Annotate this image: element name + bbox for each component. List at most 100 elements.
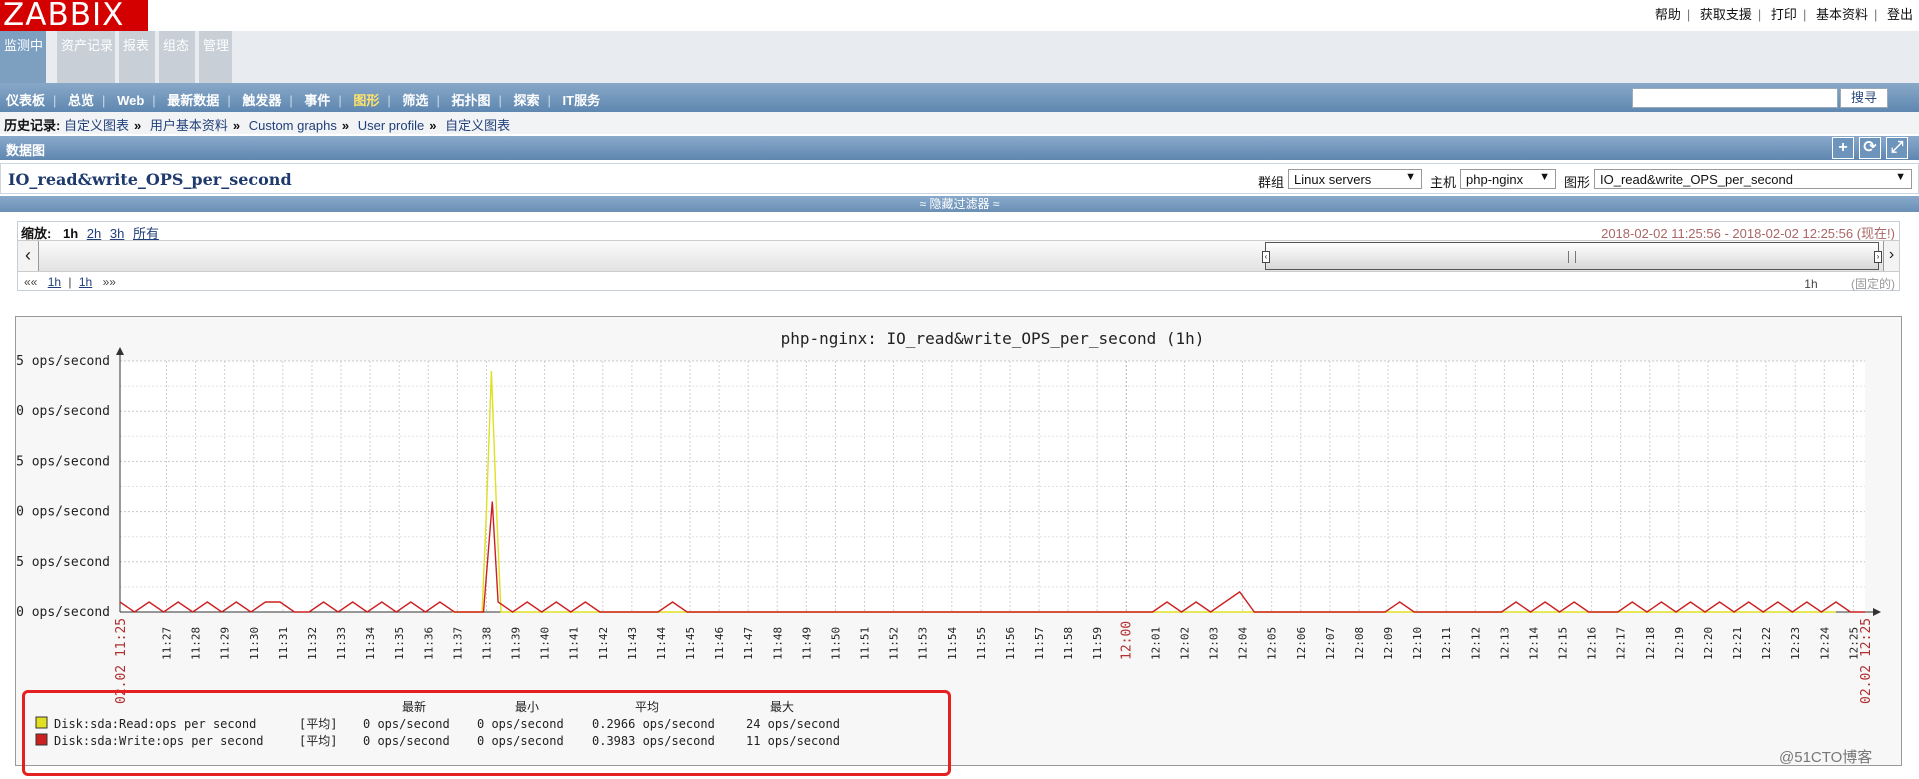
nav-discovery[interactable]: 探索 (513, 93, 539, 108)
x-tick-label: 11:30 (248, 627, 261, 660)
period-navigation: «« 1h | 1h »» (24, 275, 116, 289)
time-scroller: 缩放: 1h 2h 3h 所有 2018-02-02 11:25:56 - 20… (17, 221, 1900, 291)
x-tick-label: 12:23 (1789, 627, 1802, 660)
x-tick-label: 11:47 (742, 627, 755, 660)
x-tick-label: 11:45 (684, 627, 697, 660)
search-input[interactable] (1632, 88, 1838, 108)
x-tick-label: 11:52 (888, 627, 901, 660)
x-tick-label: 12:14 (1527, 627, 1540, 660)
x-tick-label: 12:13 (1498, 627, 1511, 660)
graph-select[interactable]: IO_read&write_OPS_per_second ▼ (1594, 169, 1912, 189)
x-tick-label: 11:49 (800, 627, 813, 660)
x-tick-label: 11:36 (422, 627, 435, 660)
history-item[interactable]: User profile (358, 118, 424, 133)
y-tick-label: 15 ops/second (16, 454, 110, 469)
x-tick-label: 11:42 (597, 627, 610, 660)
x-tick-label: 12:09 (1382, 627, 1395, 660)
nav-triggers[interactable]: 触发器 (242, 93, 281, 108)
chevron-left-icon[interactable]: ‹ (18, 241, 39, 271)
x-tick-label: 11:32 (306, 627, 319, 660)
fixed-toggle[interactable]: (固定的) (1851, 277, 1895, 291)
chevron-down-icon: ▼ (1405, 171, 1416, 183)
x-tick-label: 11:56 (1004, 627, 1017, 660)
move-back-button[interactable]: «« (24, 275, 37, 289)
x-tick-label: 11:37 (451, 627, 464, 660)
profile-link[interactable]: 基本资料 (1816, 7, 1868, 22)
zoom-option-selected[interactable]: 1h (63, 226, 78, 241)
menu-tab-administration[interactable]: 管理 (199, 31, 232, 83)
menu-tab-inventory[interactable]: 资产记录 (57, 31, 115, 83)
x-tick-label: 12:08 (1353, 627, 1366, 660)
fullscreen-icon[interactable]: ⤢ (1886, 137, 1908, 159)
graph-header: IO_read&write_OPS_per_second 群组 Linux se… (0, 163, 1919, 194)
step-forward-link[interactable]: 1h (79, 275, 92, 289)
x-tick-label: 12:15 (1557, 627, 1570, 660)
search-button[interactable]: 搜寻 (1840, 88, 1888, 108)
hide-filter-toggle[interactable]: ≈ 隐藏过滤器 ≈ (0, 196, 1919, 212)
slider-left-handle[interactable]: ‹ (1262, 251, 1270, 263)
nav-events[interactable]: 事件 (304, 93, 330, 108)
zabbix-logo[interactable]: ZABBIX (0, 0, 148, 31)
period-duration: 1h (1804, 277, 1818, 291)
x-tick-label: 11:43 (626, 627, 639, 660)
zoom-option[interactable]: 2h (87, 226, 101, 241)
chevron-down-icon: ▼ (1539, 171, 1550, 183)
group-label: 群组 (1258, 175, 1285, 190)
section-header: 数据图 + ⟳ ⤢ (0, 136, 1919, 160)
slider-right-handle[interactable]: › (1874, 251, 1882, 263)
timeline-scrollbar[interactable]: ‹ ‹ › › (18, 240, 1899, 272)
history-item[interactable]: Custom graphs (249, 118, 337, 133)
nav-overview[interactable]: 总览 (68, 93, 94, 108)
sub-navigation: 仪表板 | 总览 | Web | 最新数据 | 触发器 | 事件 | 图形 | 筛选 | 拓扑图… (0, 83, 1919, 112)
slider-grip[interactable] (1568, 251, 1576, 263)
x-tick-label: 11:38 (480, 627, 493, 660)
x-tick-label: 12:10 (1411, 627, 1424, 660)
menu-tab-configuration[interactable]: 组态 (159, 31, 195, 83)
history-item[interactable]: 自定义图表 (64, 118, 129, 133)
nav-dashboard[interactable]: 仪表板 (6, 93, 45, 108)
x-tick-label: 12:16 (1586, 627, 1599, 660)
x-tick-label: 11:55 (975, 627, 988, 660)
timeline-slider[interactable]: ‹ › (1262, 242, 1882, 270)
zoom-option[interactable]: 3h (110, 226, 124, 241)
x-tick-label: 11:51 (859, 627, 872, 660)
x-tick-label: 12:21 (1731, 627, 1744, 660)
y-axis-arrow (116, 347, 124, 355)
history-item[interactable]: 自定义图表 (445, 118, 510, 133)
nav-filter[interactable]: 筛选 (402, 93, 428, 108)
x-tick-label: 11:39 (510, 627, 523, 660)
nav-latest-data[interactable]: 最新数据 (167, 93, 219, 108)
chart-title: php-nginx: IO_read&write_OPS_per_second … (781, 329, 1205, 348)
page-title: IO_read&write_OPS_per_second (8, 170, 292, 189)
nav-graphs[interactable]: 图形 (353, 93, 379, 108)
chevron-right-icon[interactable]: › (1883, 241, 1899, 271)
nav-maps[interactable]: 拓扑图 (451, 93, 490, 108)
menu-tab-reports[interactable]: 报表 (119, 31, 155, 83)
x-tick-label: 11:57 (1033, 627, 1046, 660)
step-back-link[interactable]: 1h (48, 275, 61, 289)
zoom-option[interactable]: 所有 (133, 226, 159, 241)
zoom-label: 缩放: (21, 226, 52, 241)
y-tick-label: 10 ops/second (16, 505, 110, 520)
menu-tab-monitoring[interactable]: 监测中 (0, 31, 46, 83)
help-link[interactable]: 帮助 (1655, 7, 1681, 22)
group-select[interactable]: Linux servers ▼ (1288, 169, 1422, 189)
history-item[interactable]: 用户基本资料 (150, 118, 228, 133)
x-tick-label: 11:35 (393, 627, 406, 660)
nav-web[interactable]: Web (117, 93, 144, 108)
host-select[interactable]: php-nginx ▼ (1460, 169, 1556, 189)
x-tick-label: 12:22 (1760, 627, 1773, 660)
add-to-favorites-icon[interactable]: + (1832, 137, 1854, 159)
print-link[interactable]: 打印 (1771, 7, 1797, 22)
x-tick-label: 12:18 (1644, 627, 1657, 660)
refresh-icon[interactable]: ⟳ (1859, 137, 1881, 159)
support-link[interactable]: 获取支援 (1700, 7, 1752, 22)
x-tick-label: 12:02 (1178, 627, 1191, 660)
x-tick-label: 12:03 (1208, 627, 1221, 660)
move-forward-button[interactable]: »» (103, 275, 116, 289)
logout-link[interactable]: 登出 (1887, 7, 1913, 22)
x-tick-label: 11:54 (946, 627, 959, 660)
nav-it-services[interactable]: IT服务 (563, 93, 601, 108)
legend-highlight (22, 690, 951, 776)
x-tick-label: 11:27 (161, 627, 174, 660)
